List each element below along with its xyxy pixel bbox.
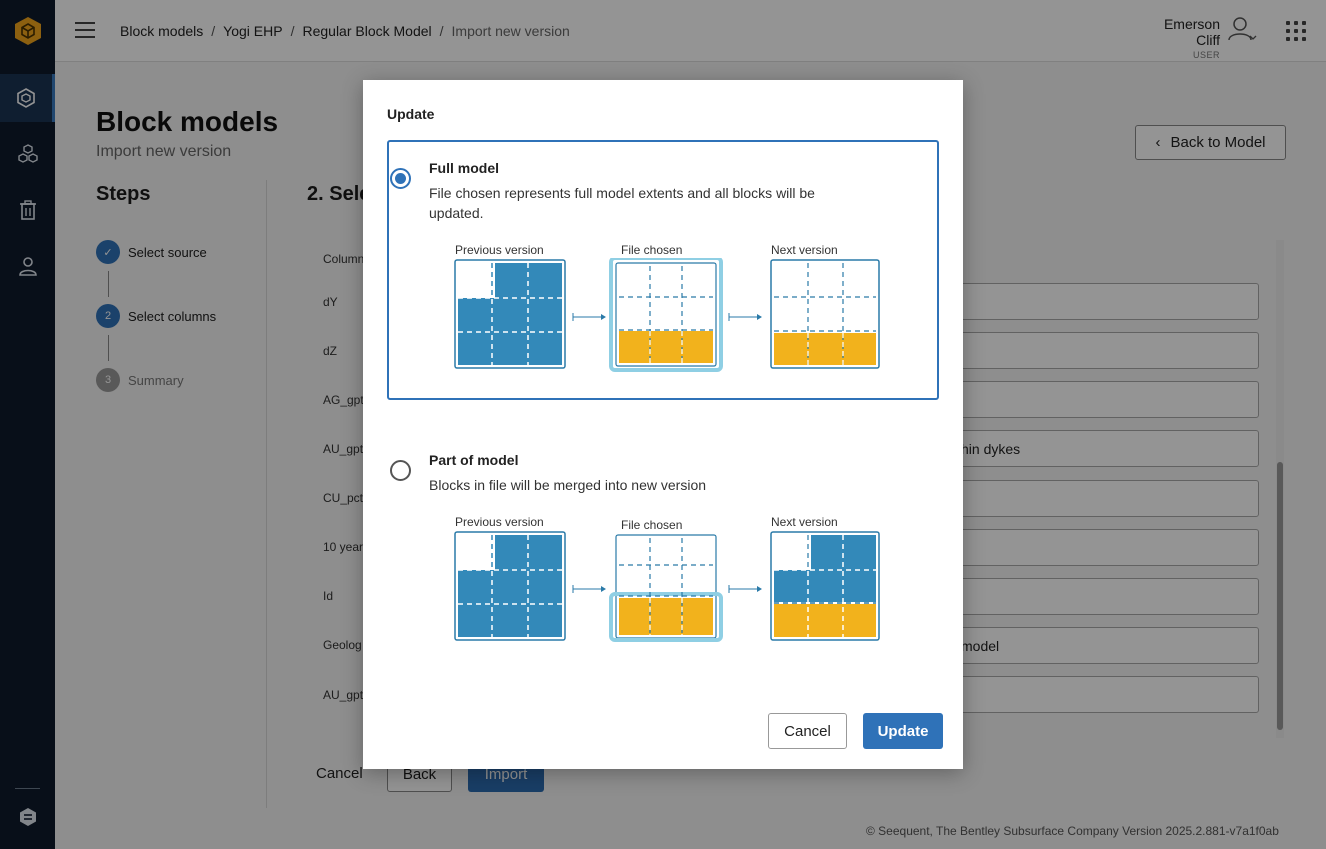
full-model-diagram [454,258,880,372]
diagram-label: Next version [771,515,838,529]
dialog-cancel-button[interactable]: Cancel [768,713,847,749]
option-description: Blocks in file will be merged into new v… [429,477,707,493]
diagram-label: Previous version [455,243,544,257]
diagram-label: Previous version [455,515,544,529]
radio-full-model[interactable] [390,168,411,189]
dialog-update-button[interactable]: Update [863,713,943,749]
dialog-title: Update [387,106,435,122]
update-dialog: Update Full model File chosen represents… [363,80,963,769]
option-description: File chosen represents full model extent… [429,185,815,221]
diagram-label: File chosen [621,243,683,257]
radio-part-of-model[interactable] [390,460,411,481]
option-title: Part of model [429,452,519,468]
option-title: Full model [429,160,499,176]
diagram-label: Next version [771,243,838,257]
part-model-diagram [454,531,880,642]
